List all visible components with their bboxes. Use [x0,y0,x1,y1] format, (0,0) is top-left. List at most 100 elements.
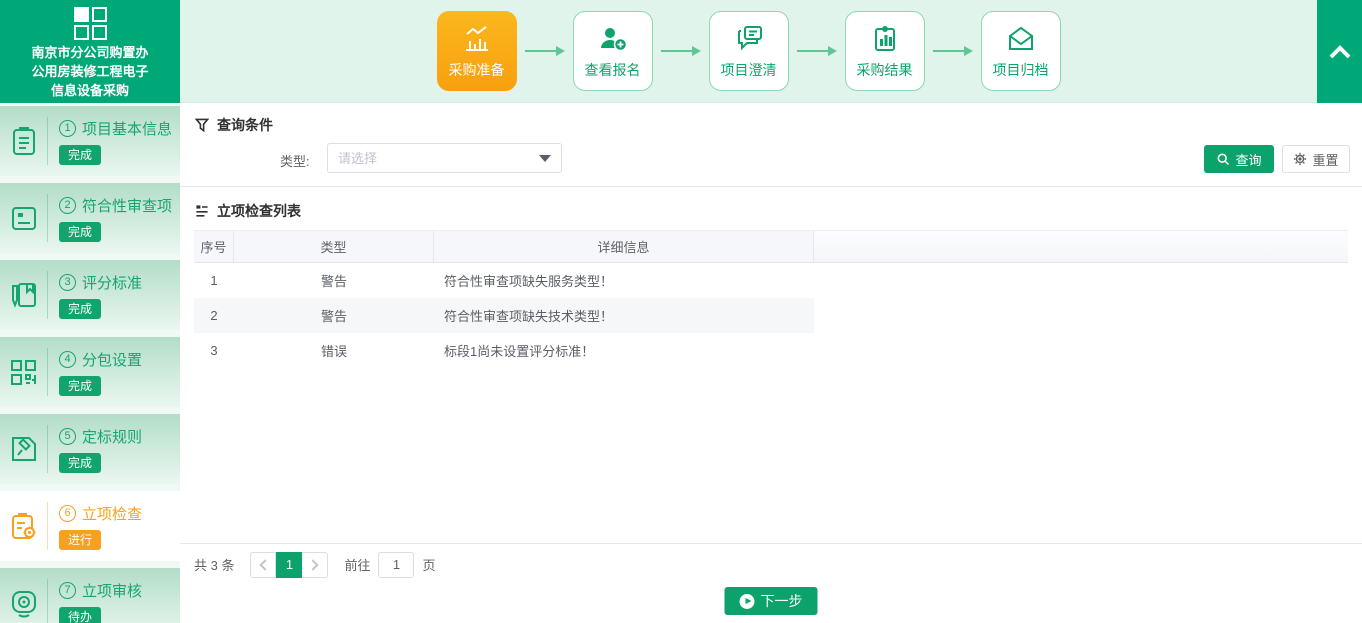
step-label: 采购准备 [449,60,505,80]
workflow-step-project-archive[interactable]: 项目归档 [981,11,1061,91]
status-badge: 完成 [59,299,101,319]
audit-camera-icon [0,587,47,619]
sidebar: 南京市分公司购置办 公用房装修工程电子 信息设备采购 1 项目基本信息 完成 [0,0,180,623]
sidebar-item-label: 立项检查 [82,503,142,524]
step-number: 1 [59,120,76,137]
goto-page-input[interactable] [378,552,414,578]
type-select-dropdown[interactable] [327,143,562,173]
prev-page-button[interactable] [250,552,276,578]
collapse-button[interactable] [1317,0,1362,103]
search-button[interactable]: 查询 [1204,145,1274,173]
cell-type: 错误 [234,341,434,360]
sidebar-item-label: 项目基本信息 [82,118,172,139]
cell-no: 3 [194,343,234,358]
sidebar-item-package-settings[interactable]: 4 分包设置 完成 [0,337,180,407]
type-select-input[interactable] [328,151,539,166]
envelope-icon [1005,23,1037,55]
caret-down-icon [539,155,551,162]
status-badge: 待办 [59,607,101,623]
gavel-document-icon [0,433,47,465]
chevron-left-icon [259,559,270,570]
sidebar-item-scoring-standard[interactable]: 3 评分标准 完成 [0,260,180,330]
cell-detail: 标段1尚未设置评分标准！ [434,341,814,360]
step-number: 6 [59,505,76,522]
id-card-icon [0,202,47,234]
step-label: 查看报名 [585,60,641,80]
goto-label: 前往 [344,555,370,574]
table-header: 序号 类型 详细信息 [194,230,1348,263]
gear-icon [1293,152,1307,166]
step-label: 项目澄清 [721,60,777,80]
clipboard-chart-icon [869,23,901,55]
cell-type: 警告 [234,271,434,290]
sidebar-item-label: 评分标准 [82,272,142,293]
sidebar-item-label: 分包设置 [82,349,142,370]
arrow-right-icon [797,45,837,57]
step-number: 4 [59,351,76,368]
cell-detail: 符合性审查项缺失服务类型！ [434,271,814,290]
sidebar-item-project-audit[interactable]: 7 立项审核 待办 [0,568,180,623]
workflow-step-procure-prepare[interactable]: 采购准备 [437,11,517,91]
grid-logo-icon [74,7,107,40]
arrow-right-icon [933,45,973,57]
qr-grid-icon [0,356,47,388]
column-header-no: 序号 [194,231,234,262]
list-section-title: 立项检查列表 [194,201,301,221]
column-header-type: 类型 [234,231,434,262]
app-window: 南京市分公司购置办 公用房装修工程电子 信息设备采购 1 项目基本信息 完成 [0,0,1362,623]
table-row: 3 错误 标段1尚未设置评分标准！ [194,333,814,368]
pagination-bar: 共 3 条 1 前往 页 [180,543,1362,585]
step-number: 3 [59,274,76,291]
project-header: 南京市分公司购置办 公用房装修工程电子 信息设备采购 [0,0,180,103]
clipboard-icon [0,125,47,157]
table-row: 1 警告 符合性审查项缺失服务类型！ [194,263,814,298]
chevron-right-icon [308,559,319,570]
arrow-right-icon [661,45,701,57]
workflow-step-procure-result[interactable]: 采购结果 [845,11,925,91]
column-header-detail: 详细信息 [434,231,814,262]
cell-no: 1 [194,273,234,288]
status-badge: 完成 [59,222,101,242]
sidebar-item-compliance-review[interactable]: 2 符合性审查项 完成 [0,183,180,253]
sidebar-steps: 1 项目基本信息 完成 2 符合性审查项 完成 [0,103,180,623]
cell-type: 警告 [234,306,434,325]
workflow-step-view-signup[interactable]: 查看报名 [573,11,653,91]
next-step-button[interactable]: 下一步 [725,587,818,615]
type-label: 类型: [280,151,310,170]
add-user-icon [597,23,629,55]
step-number: 7 [59,582,76,599]
pen-book-icon [0,279,47,311]
workflow-bar: 采购准备 查看报名 [180,0,1317,103]
filter-funnel-icon [194,117,210,133]
next-page-button[interactable] [302,552,328,578]
status-badge: 进行 [59,530,101,550]
project-title: 南京市分公司购置办 公用房装修工程电子 信息设备采购 [0,43,180,100]
filter-section-title: 查询条件 [194,115,273,135]
play-circle-icon [740,594,755,609]
sidebar-item-award-rules[interactable]: 5 定标规则 完成 [0,414,180,484]
step-number: 5 [59,428,76,445]
cell-detail: 符合性审查项缺失技术类型！ [434,306,814,325]
main-content: 查询条件 类型: 查询 重置 [180,103,1362,623]
step-label: 采购结果 [857,60,913,80]
status-badge: 完成 [59,376,101,396]
chat-bubbles-icon [733,23,765,55]
status-badge: 完成 [59,453,101,473]
section-divider [180,186,1362,187]
clipboard-gear-icon [0,510,47,542]
reset-button[interactable]: 重置 [1282,145,1350,173]
arrow-right-icon [525,45,565,57]
step-label: 项目归档 [993,60,1049,80]
status-badge: 完成 [59,145,101,165]
step-number: 2 [59,197,76,214]
search-icon [1216,152,1230,166]
sidebar-item-label: 符合性审查项 [82,195,172,216]
total-count: 共 3 条 [194,555,234,574]
cell-no: 2 [194,308,234,323]
current-page-button[interactable]: 1 [276,552,302,578]
sidebar-item-project-info[interactable]: 1 项目基本信息 完成 [0,106,180,176]
sidebar-item-label: 立项审核 [82,580,142,601]
sidebar-item-project-check[interactable]: 6 立项检查 进行 [0,491,180,561]
page-unit-label: 页 [422,555,435,574]
workflow-step-project-clarify[interactable]: 项目澄清 [709,11,789,91]
